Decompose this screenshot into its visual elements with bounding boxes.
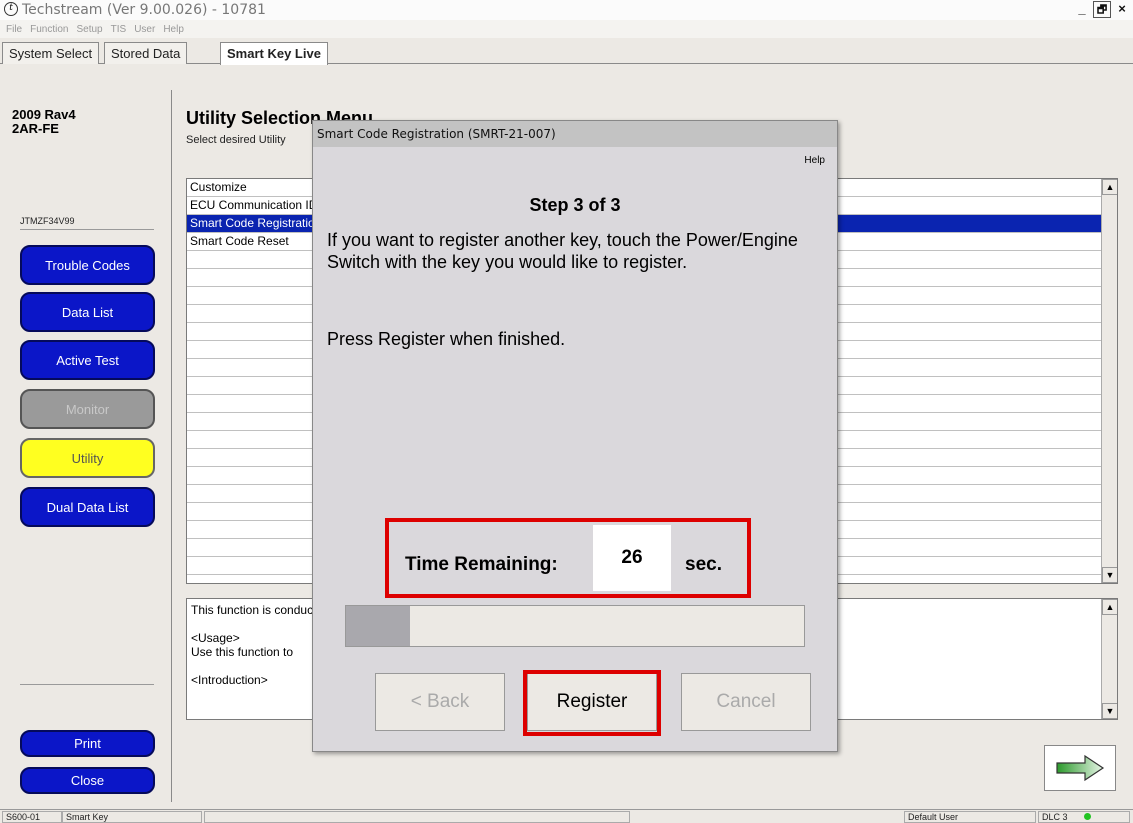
vehicle-model: 2009 Rav4 2AR-FE [12, 108, 76, 136]
status-user: Default User [904, 811, 1036, 823]
window-title: Techstream (Ver 9.00.026) - 10781 [22, 2, 266, 18]
description-scrollbar[interactable]: ▲ ▼ [1101, 599, 1117, 719]
divider [20, 229, 154, 230]
menu-bar: File Function Setup TIS User Help [0, 20, 1133, 38]
vehicle-engine: 2AR-FE [12, 121, 59, 136]
menu-tis[interactable]: TIS [111, 24, 127, 35]
scroll-up-icon[interactable]: ▲ [1102, 179, 1117, 195]
cancel-button: Cancel [681, 673, 811, 731]
description-text: <Introduction> [191, 673, 268, 687]
dlc-label: DLC 3 [1042, 812, 1068, 822]
register-highlight [523, 670, 661, 736]
description-text: This function is conducted [191, 603, 330, 617]
title-bar: t Techstream (Ver 9.00.026) - 10781 _ 🗗 … [0, 0, 1133, 20]
restore-button[interactable]: 🗗 [1093, 1, 1111, 18]
description-text: <Usage> [191, 631, 240, 645]
menu-user[interactable]: User [134, 24, 155, 35]
divider [20, 684, 154, 685]
right-arrow-icon [1056, 754, 1105, 782]
close-window-button[interactable]: × [1113, 1, 1131, 18]
scroll-down-icon[interactable]: ▼ [1102, 703, 1117, 719]
menu-setup[interactable]: Setup [76, 24, 102, 35]
back-button: < Back [375, 673, 505, 731]
progress-bar [345, 605, 805, 647]
instruction-text: If you want to register another key, tou… [327, 230, 798, 272]
list-scrollbar[interactable]: ▲ ▼ [1101, 179, 1117, 583]
status-system: Smart Key [62, 811, 202, 823]
active-test-button[interactable]: Active Test [20, 340, 155, 380]
menu-function[interactable]: Function [30, 24, 68, 35]
dialog-title: Smart Code Registration (SMRT-21-007) [313, 121, 837, 147]
close-button[interactable]: Close [20, 767, 155, 794]
menu-file[interactable]: File [6, 24, 22, 35]
smart-code-registration-dialog: Smart Code Registration (SMRT-21-007) He… [312, 120, 838, 752]
connection-status-icon [1084, 813, 1092, 820]
tab-stored-data[interactable]: Stored Data [104, 42, 188, 64]
dual-data-list-button[interactable]: Dual Data List [20, 487, 155, 527]
description-text: Use this function to [191, 645, 294, 659]
minimize-button[interactable]: _ [1073, 1, 1091, 18]
scroll-up-icon[interactable]: ▲ [1102, 599, 1117, 615]
step-indicator: Step 3 of 3 [529, 195, 621, 215]
monitor-button: Monitor [20, 389, 155, 429]
time-unit: sec. [685, 554, 722, 575]
trouble-codes-button[interactable]: Trouble Codes [20, 245, 155, 285]
utility-button[interactable]: Utility [20, 438, 155, 478]
tab-bar: System Select Stored Data Smart Key Live [0, 38, 1133, 65]
tab-smart-key-live[interactable]: Smart Key Live [220, 42, 328, 65]
time-remaining-label: Time Remaining: [405, 554, 558, 575]
time-remaining-value: 26 [593, 525, 671, 591]
vin-number: JTMZF34V99 [20, 216, 75, 226]
scroll-down-icon[interactable]: ▼ [1102, 567, 1117, 583]
progress-fill [346, 606, 411, 646]
window-controls: _ 🗗 × [1073, 1, 1131, 18]
tab-system-select[interactable]: System Select [2, 42, 100, 64]
dialog-help-link[interactable]: Help [804, 155, 825, 166]
print-button[interactable]: Print [20, 730, 155, 757]
status-code: S600-01 [2, 811, 62, 823]
finish-text: Press Register when finished. [327, 329, 566, 349]
page-subtitle: Select desired Utility [186, 134, 286, 146]
techstream-logo-icon: t [4, 2, 18, 16]
status-dlc: DLC 3 [1038, 811, 1130, 823]
data-list-button[interactable]: Data List [20, 292, 155, 332]
vehicle-model-year: 2009 Rav4 [12, 107, 76, 122]
status-bar: S600-01 Smart Key Default User DLC 3 [0, 809, 1133, 823]
status-message [204, 811, 630, 823]
menu-help[interactable]: Help [163, 24, 184, 35]
next-button[interactable] [1044, 745, 1116, 791]
